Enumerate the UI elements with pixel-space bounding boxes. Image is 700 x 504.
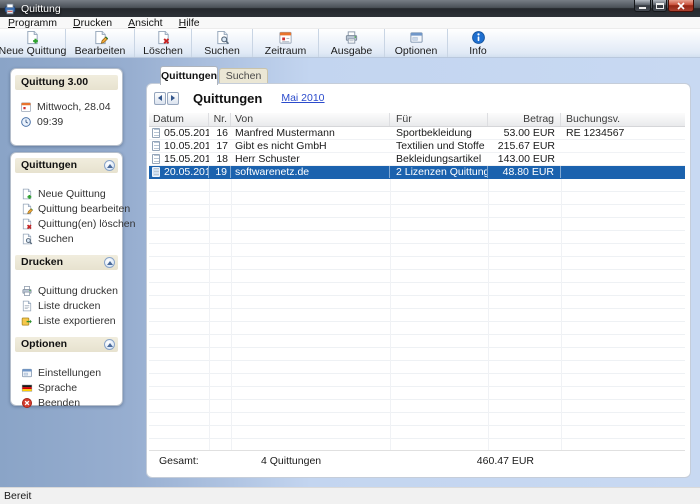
minimize-icon <box>639 7 646 9</box>
table-row[interactable]: 05.05.2010 16 Manfred Mustermann Sportbe… <box>149 127 685 140</box>
edit-icon <box>93 30 108 45</box>
maximize-icon <box>656 3 664 9</box>
toolbar-info-button[interactable]: Info <box>448 29 508 57</box>
arrow-left-icon <box>158 95 162 101</box>
search-icon <box>21 233 33 245</box>
toolbar-search-button[interactable]: Suchen <box>192 29 253 57</box>
window-title: Quittung <box>21 3 61 15</box>
sidebar-item-quittung-loeschen[interactable]: Quittung(en) löschen <box>11 216 122 231</box>
edit-icon <box>21 203 33 215</box>
receipt-icon <box>152 128 160 138</box>
toolbar-output-button[interactable]: Ausgabe <box>319 29 385 57</box>
tab-suchen[interactable]: Suchen <box>219 68 268 83</box>
maximize-button[interactable] <box>652 0 667 12</box>
quit-icon <box>21 397 33 409</box>
sidebar-item-neue-quittung[interactable]: Neue Quittung <box>11 186 122 201</box>
toolbar-options-button[interactable]: Optionen <box>385 29 448 57</box>
table-footer: Gesamt: 4 Quittungen 460.47 EUR <box>149 450 685 467</box>
period-link[interactable]: Mai 2010 <box>281 92 324 104</box>
receipt-icon <box>152 167 160 177</box>
sidebar-info-panel: Quittung 3.00 Mittwoch, 28.04 09:39 <box>10 68 123 146</box>
menu-drucken[interactable]: Drucken <box>65 17 120 29</box>
search-icon <box>215 30 230 45</box>
calendar-icon <box>20 101 32 113</box>
sidebar-date: Mittwoch, 28.04 <box>11 99 122 114</box>
new-receipt-icon <box>21 188 33 200</box>
print-icon <box>344 30 359 45</box>
table-row[interactable]: 15.05.2010 18 Herr Schuster Bekleidungsa… <box>149 153 685 166</box>
status-bar: Bereit <box>0 487 700 504</box>
toolbar-new-receipt-button[interactable]: Neue Quittung <box>0 29 66 57</box>
minimize-button[interactable] <box>634 0 651 12</box>
export-icon <box>21 315 33 327</box>
menu-hilfe[interactable]: Hilfe <box>171 17 208 29</box>
table-row[interactable]: 10.05.2010 17 Gibt es nicht GmbH Textili… <box>149 140 685 153</box>
sidebar-item-beenden[interactable]: Beenden <box>11 395 122 410</box>
table-empty-area <box>149 179 685 450</box>
document-icon <box>21 300 33 312</box>
column-header-betrag[interactable]: Betrag <box>488 113 561 126</box>
settings-icon <box>21 367 33 379</box>
delete-icon <box>21 218 33 230</box>
main-panel: Quittungen Mai 2010 Datum Nr. Von Für Be… <box>146 83 691 478</box>
page-title: Quittungen <box>193 91 262 106</box>
column-header-von[interactable]: Von <box>231 113 390 126</box>
tab-quittungen[interactable]: Quittungen <box>160 66 218 85</box>
menu-ansicht[interactable]: Ansicht <box>120 17 170 29</box>
clock-icon <box>20 116 32 128</box>
sidebar-item-suchen[interactable]: Suchen <box>11 231 122 246</box>
content-area: Quittung 3.00 Mittwoch, 28.04 09:39 Quit… <box>0 58 700 487</box>
quittung-app-window: { "window": { "title": "Quittung" }, "me… <box>0 0 700 504</box>
section-header-optionen[interactable]: Optionen <box>15 337 118 352</box>
column-header-fuer[interactable]: Für <box>390 113 488 126</box>
collapse-icon[interactable] <box>104 257 115 268</box>
receipt-icon <box>152 141 160 151</box>
calendar-icon <box>278 30 293 45</box>
app-icon <box>4 3 16 15</box>
sidebar-item-einstellungen[interactable]: Einstellungen <box>11 365 122 380</box>
options-icon <box>409 30 424 45</box>
sidebar-item-quittung-bearbeiten[interactable]: Quittung bearbeiten <box>11 201 122 216</box>
toolbar-timerange-button[interactable]: Zeitraum <box>253 29 319 57</box>
column-header-datum[interactable]: Datum <box>149 113 209 126</box>
close-icon <box>677 2 685 10</box>
section-header-drucken[interactable]: Drucken <box>15 255 118 270</box>
total-label: Gesamt: <box>159 455 199 467</box>
receipt-count: 4 Quittungen <box>261 455 321 467</box>
column-header-nr[interactable]: Nr. <box>209 113 231 126</box>
sidebar-item-quittung-drucken[interactable]: Quittung drucken <box>11 283 122 298</box>
info-icon <box>471 30 486 45</box>
previous-month-button[interactable] <box>154 92 166 105</box>
german-flag-icon <box>21 382 33 394</box>
menu-bar: Programm Drucken Ansicht Hilfe <box>0 17 700 29</box>
print-icon <box>21 285 33 297</box>
status-text: Bereit <box>4 490 31 502</box>
total-amount: 460.47 EUR <box>434 455 534 467</box>
receipt-icon <box>152 154 160 164</box>
table-header: Datum Nr. Von Für Betrag Buchungsv. <box>149 113 685 127</box>
sidebar-info-header: Quittung 3.00 <box>15 75 118 90</box>
column-header-buchungsv[interactable]: Buchungsv. <box>561 113 685 126</box>
sidebar-time: 09:39 <box>11 114 122 129</box>
section-header-quittungen[interactable]: Quittungen <box>15 158 118 173</box>
table-row-selected[interactable]: 20.05.2010 19 softwarenetz.de 2 Lizenzen… <box>149 166 685 179</box>
arrow-right-icon <box>171 95 175 101</box>
collapse-icon[interactable] <box>104 160 115 171</box>
period-navigation: Quittungen Mai 2010 <box>154 91 325 105</box>
menu-programm[interactable]: Programm <box>0 17 65 29</box>
next-month-button[interactable] <box>167 92 179 105</box>
new-receipt-icon <box>25 30 40 45</box>
collapse-icon[interactable] <box>104 339 115 350</box>
sidebar-item-liste-drucken[interactable]: Liste drucken <box>11 298 122 313</box>
sidebar-nav-panel: Quittungen Neue Quittung Quittung bearbe… <box>10 152 123 406</box>
toolbar-delete-button[interactable]: Löschen <box>135 29 192 57</box>
delete-icon <box>156 30 171 45</box>
title-bar: Quittung <box>0 0 700 17</box>
toolbar-edit-button[interactable]: Bearbeiten <box>66 29 135 57</box>
close-button[interactable] <box>668 0 694 12</box>
toolbar: Neue Quittung Bearbeiten Löschen Suchen … <box>0 29 700 58</box>
sidebar-item-liste-exportieren[interactable]: Liste exportieren <box>11 313 122 328</box>
sidebar-item-sprache[interactable]: Sprache <box>11 380 122 395</box>
